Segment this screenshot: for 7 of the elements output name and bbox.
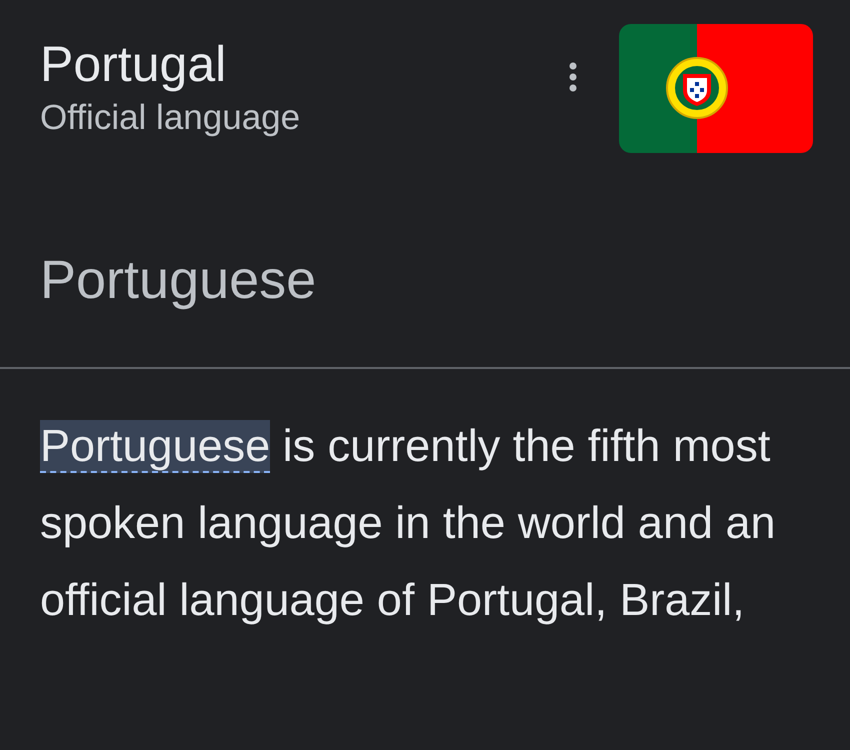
- entity-title: Portugal: [40, 36, 228, 92]
- term-link[interactable]: Portuguese: [40, 420, 270, 473]
- answer-text: Portuguese: [39, 249, 318, 312]
- entity-subtitle: Official language: [40, 97, 302, 139]
- description-paragraph: Portuguese is currently the fifth most spoken language in the world and an official language of Portugal, Brazil,: [40, 419, 777, 627]
- flag-icon: [619, 24, 813, 153]
- more-options-icon[interactable]: [568, 61, 578, 93]
